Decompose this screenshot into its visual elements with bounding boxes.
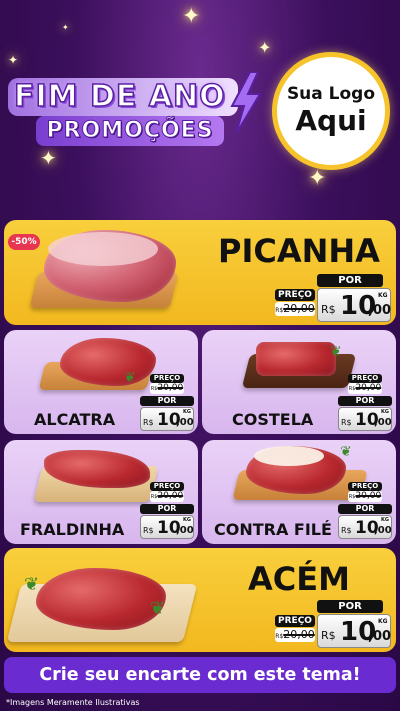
price-label: PREÇO — [348, 374, 382, 383]
costela-image — [256, 342, 336, 376]
product-name: COSTELA — [232, 410, 314, 429]
price-tag-fraldinha: PREÇO R$20,00 POR R$ 10 ,00 KG — [140, 482, 196, 540]
product-name: ALCATRA — [34, 410, 116, 429]
current-price: R$ 10 ,00 KG — [140, 407, 194, 431]
price-label: PREÇO — [348, 482, 382, 491]
herb-icon: ❦ — [124, 370, 136, 386]
title-line-1: FIM DE ANO — [8, 78, 238, 116]
fat-layer-image — [48, 232, 158, 266]
price-tag-acem: PREÇO R$20,00 POR R$ 10 ,00 KG — [275, 600, 393, 648]
sparkle-icon: ✦ — [40, 146, 57, 170]
price-label: PREÇO — [150, 482, 184, 491]
sparkle-icon: ✦ — [8, 53, 19, 67]
header-banner: ✦ ✦ ✦ ✦ ✦ ✦ FIM DE ANO PROMOÇÕES Sua Log… — [0, 0, 400, 210]
old-price: R$20,00 — [275, 628, 315, 642]
current-price: R$ 10 ,00 KG — [338, 515, 392, 539]
herb-icon: ❦ — [24, 574, 40, 595]
lightning-bolt-icon — [230, 72, 262, 134]
fat-layer-image — [254, 446, 324, 466]
sparkle-icon: ✦ — [308, 166, 327, 191]
por-label: POR — [317, 274, 383, 287]
por-label: POR — [140, 504, 194, 514]
old-price: R$20,00 — [150, 491, 184, 502]
logo-line-1: Sua Logo — [286, 84, 376, 104]
price-label: PREÇO — [150, 374, 184, 383]
herb-icon: ❦ — [340, 444, 352, 460]
por-label: POR — [140, 396, 194, 406]
product-name: FRALDINHA — [20, 520, 125, 539]
por-label: POR — [338, 504, 392, 514]
title-line-2: PROMOÇÕES — [36, 116, 224, 146]
price-label: PREÇO — [275, 615, 315, 627]
sparkle-icon: ✦ — [62, 23, 69, 32]
promo-title: FIM DE ANO PROMOÇÕES — [8, 72, 262, 148]
price-tag-alcatra: PREÇO R$20,00 POR R$ 10 ,00 KG — [140, 374, 196, 432]
price-tag-costela: PREÇO R$20,00 POR R$ 10 ,00 KG — [338, 374, 394, 432]
old-price: R$20,00 — [275, 302, 315, 316]
old-price: R$20,00 — [150, 383, 184, 394]
product-name: ACÉM — [248, 560, 350, 598]
price-label: PREÇO — [275, 289, 315, 301]
logo-placeholder: Sua Logo Aqui — [272, 52, 390, 170]
price-tag-contra-file: PREÇO R$20,00 POR R$ 10 ,00 KG — [338, 482, 394, 540]
product-name: CONTRA FILÉ — [214, 520, 332, 539]
old-price: R$20,00 — [348, 383, 382, 394]
logo-line-2: Aqui — [295, 104, 367, 137]
price-tag-picanha: PREÇO R$20,00 POR R$ 10 ,00 KG — [275, 274, 393, 322]
acem-image — [36, 568, 166, 630]
sparkle-icon: ✦ — [182, 4, 201, 29]
disclaimer-text: *Imagens Meramente Ilustrativas — [6, 698, 140, 707]
por-label: POR — [317, 600, 383, 613]
current-price: R$ 10 ,00 KG — [317, 288, 391, 322]
discount-badge: -50% — [8, 234, 40, 250]
old-price: R$20,00 — [348, 491, 382, 502]
product-name: PICANHA — [218, 232, 380, 270]
current-price: R$ 10 ,00 KG — [338, 407, 392, 431]
create-flyer-button[interactable]: Crie seu encarte com este tema! — [4, 657, 396, 693]
por-label: POR — [338, 396, 392, 406]
current-price: R$ 10 ,00 KG — [317, 614, 391, 648]
herb-icon: ❦ — [330, 344, 342, 360]
current-price: R$ 10 ,00 KG — [140, 515, 194, 539]
sparkle-icon: ✦ — [258, 38, 272, 57]
herb-icon: ❦ — [150, 598, 166, 619]
